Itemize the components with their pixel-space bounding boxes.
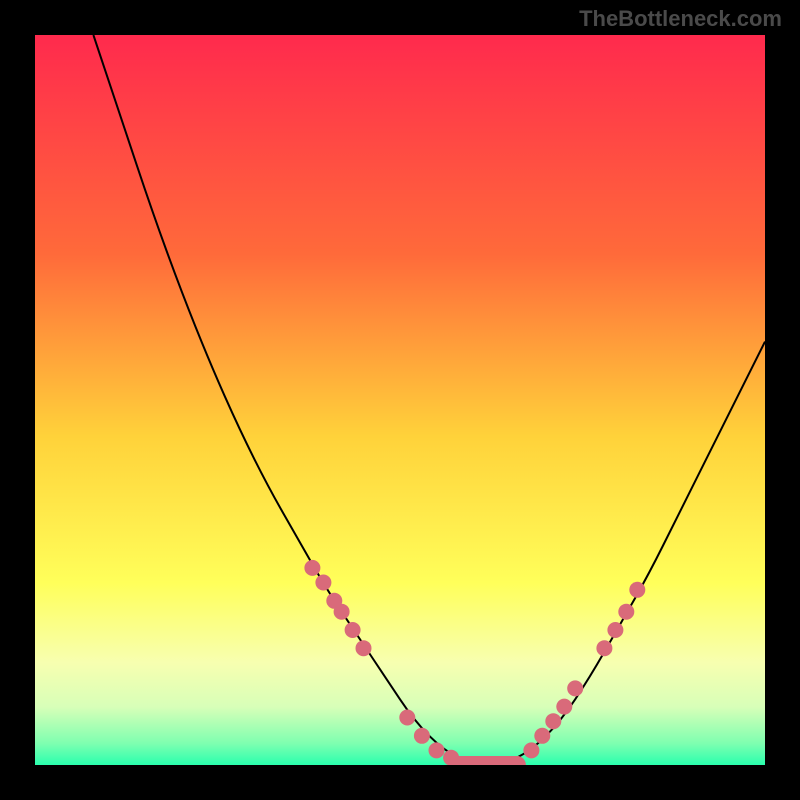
watermark-text: TheBottleneck.com [579, 6, 782, 32]
gradient-background [35, 35, 765, 765]
plot-area [35, 35, 765, 765]
